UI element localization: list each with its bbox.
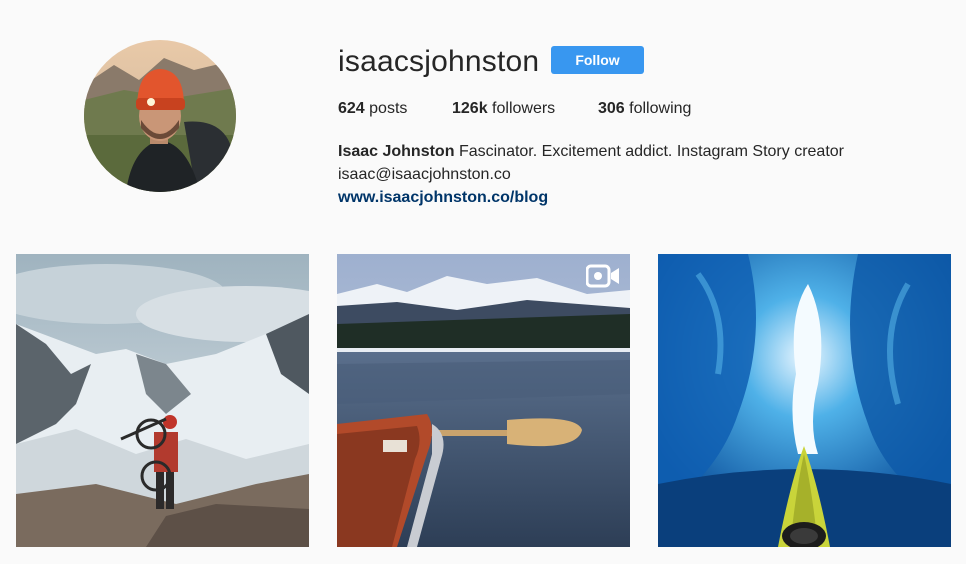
post-image: [337, 254, 630, 547]
bio-email: isaac@isaacjohnston.co: [338, 166, 511, 183]
follow-button[interactable]: Follow: [551, 46, 644, 74]
profile-bio: Isaac Johnston Fascinator. Excitement ad…: [338, 140, 844, 209]
following-count: 306: [598, 100, 625, 117]
posts-label: posts: [369, 100, 408, 117]
followers-stat[interactable]: 126k followers: [452, 99, 555, 119]
avatar-photo: [84, 40, 236, 192]
posts-stat: 624 posts: [338, 99, 407, 119]
post-thumbnail-ice-cave-kayak[interactable]: [658, 254, 951, 547]
post-image: [16, 254, 309, 547]
following-stat[interactable]: 306 following: [598, 99, 691, 119]
following-label: following: [629, 100, 692, 117]
bio-description: Fascinator. Excitement addict. Instagram…: [458, 143, 844, 160]
bio-line: Isaac Johnston Fascinator. Excitement ad…: [338, 140, 844, 163]
video-camera-icon: [586, 264, 620, 288]
posts-count: 624: [338, 100, 365, 117]
profile-avatar[interactable]: [84, 40, 236, 192]
website-link[interactable]: www.isaacjohnston.co/blog: [338, 189, 548, 206]
post-image: [658, 254, 951, 547]
followers-label: followers: [492, 100, 556, 117]
followers-count: 126k: [452, 100, 488, 117]
post-thumbnail-mountain-hiker[interactable]: [16, 254, 309, 547]
profile-username: isaacsjohnston: [338, 45, 540, 78]
profile-full-name: Isaac Johnston: [338, 143, 455, 160]
post-thumbnail-canoe-lake[interactable]: [337, 254, 630, 547]
